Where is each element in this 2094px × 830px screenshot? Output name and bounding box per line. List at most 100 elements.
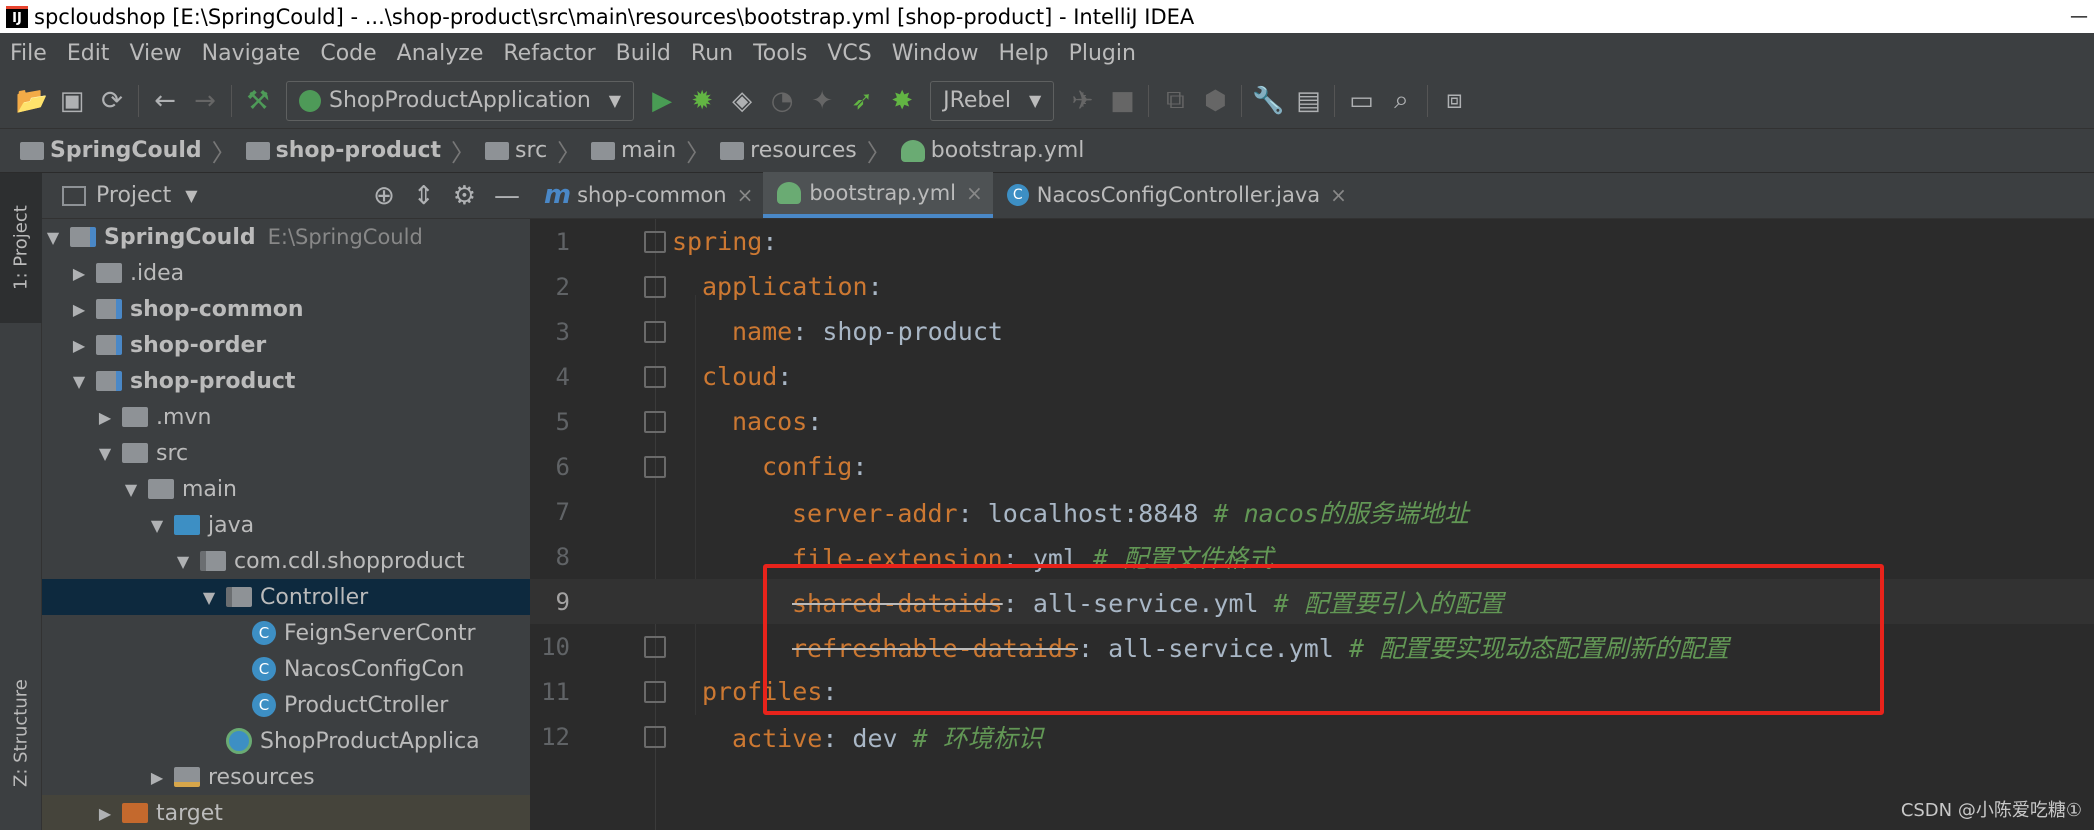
minimize-button[interactable]: —: [2064, 0, 2094, 33]
tab-shop-common[interactable]: m shop-common ×: [530, 172, 763, 218]
fold-icon[interactable]: [644, 455, 666, 478]
profile-icon[interactable]: ◔: [762, 81, 802, 121]
tree-item-shop-order[interactable]: ▶ shop-order: [42, 327, 530, 363]
menu-analyze[interactable]: Analyze: [397, 41, 484, 66]
menu-refactor[interactable]: Refactor: [503, 41, 595, 66]
menu-run[interactable]: Run: [691, 41, 733, 66]
collapse-arrow-icon[interactable]: ▶: [68, 336, 90, 355]
gear-icon[interactable]: ⚙: [453, 181, 476, 211]
save-icon[interactable]: ▣: [52, 81, 92, 121]
menu-help[interactable]: Help: [998, 41, 1048, 66]
project-structure-icon[interactable]: ▤: [1288, 81, 1328, 121]
jrebel-debug-icon[interactable]: ✸: [882, 81, 922, 121]
hide-icon[interactable]: —: [494, 181, 520, 211]
presentation-icon[interactable]: ⧈: [1434, 81, 1474, 121]
close-icon[interactable]: ×: [737, 183, 754, 207]
fold-icon[interactable]: [644, 410, 666, 433]
collapse-all-icon[interactable]: ⇕: [413, 181, 435, 211]
menu-plugin[interactable]: Plugin: [1069, 41, 1136, 66]
tree-item-idea[interactable]: ▶ .idea: [42, 255, 530, 291]
collapse-arrow-icon[interactable]: ▶: [146, 768, 168, 787]
jrebel-update-icon[interactable]: ✈: [1062, 81, 1102, 121]
tree-item-target[interactable]: ▶ target: [42, 795, 530, 830]
update-running-app-icon[interactable]: ⧉: [1155, 81, 1195, 121]
tree-item-shop-common[interactable]: ▶ shop-common: [42, 291, 530, 327]
expand-arrow-icon[interactable]: ▼: [94, 444, 116, 463]
menu-vcs[interactable]: VCS: [827, 41, 871, 66]
tree-item-nacos-controller[interactable]: C NacosConfigCon: [42, 651, 530, 687]
coverage-icon[interactable]: ◈: [722, 81, 762, 121]
menu-code[interactable]: Code: [320, 41, 376, 66]
tree-item-application[interactable]: ShopProductApplica: [42, 723, 530, 759]
jrebel-run-icon[interactable]: ➶: [842, 81, 882, 121]
search-icon[interactable]: ⌕: [1381, 81, 1421, 121]
tree-item-src[interactable]: ▼ src: [42, 435, 530, 471]
menu-build[interactable]: Build: [616, 41, 671, 66]
close-icon[interactable]: ×: [1330, 183, 1347, 207]
fold-end-icon[interactable]: [644, 320, 666, 343]
tree-item-package[interactable]: ▼ com.cdl.shopproduct: [42, 543, 530, 579]
tree-item-resources[interactable]: ▶ resources: [42, 759, 530, 795]
build-hammer-icon[interactable]: ⚒: [238, 81, 278, 121]
structure-tool-tab[interactable]: Z: Structure: [0, 653, 42, 813]
expand-arrow-icon[interactable]: ▼: [198, 588, 220, 607]
collapse-arrow-icon[interactable]: ▶: [94, 804, 116, 823]
expand-arrow-icon[interactable]: ▼: [68, 372, 90, 391]
menu-edit[interactable]: Edit: [67, 41, 110, 66]
jrebel-select[interactable]: JRebel ▼: [930, 80, 1055, 121]
sync-icon[interactable]: ⟳: [92, 81, 132, 121]
close-icon[interactable]: ×: [966, 181, 983, 205]
tree-item-mvn[interactable]: ▶ .mvn: [42, 399, 530, 435]
breadcrumb-item[interactable]: resources 〉: [720, 133, 891, 168]
collapse-arrow-icon[interactable]: ▶: [94, 408, 116, 427]
tree-item-controller[interactable]: ▼ Controller: [42, 579, 530, 615]
tree-item-root[interactable]: ▼ SpringCould E:\SpringCould: [42, 219, 530, 255]
expand-arrow-icon[interactable]: ▼: [172, 552, 194, 571]
tab-label: bootstrap.yml: [809, 181, 957, 205]
open-folder-icon[interactable]: 📂: [12, 81, 52, 121]
project-view-select[interactable]: Project ▼: [62, 183, 198, 208]
tree-item-main[interactable]: ▼ main: [42, 471, 530, 507]
menu-file[interactable]: File: [10, 41, 47, 66]
stop-icon[interactable]: ■: [1102, 81, 1142, 121]
terminal-icon[interactable]: ▭: [1341, 81, 1381, 121]
fold-end-icon[interactable]: [644, 725, 666, 748]
menu-tools[interactable]: Tools: [753, 41, 807, 66]
attach-debugger-icon[interactable]: ✦: [802, 81, 842, 121]
forward-arrow-icon[interactable]: →: [185, 81, 225, 121]
menu-navigate[interactable]: Navigate: [202, 41, 301, 66]
breadcrumb-item[interactable]: SpringCould 〉: [20, 133, 236, 168]
run-icon[interactable]: ▶: [642, 81, 682, 121]
code-area[interactable]: 1 spring: 2 application: 3 name: shop-pr…: [530, 219, 2094, 830]
fold-icon[interactable]: [644, 275, 666, 298]
expand-arrow-icon[interactable]: ▼: [146, 516, 168, 535]
expand-arrow-icon[interactable]: ▼: [120, 480, 142, 499]
breadcrumb-item[interactable]: bootstrap.yml: [900, 138, 1084, 163]
collapse-arrow-icon[interactable]: ▶: [68, 300, 90, 319]
locate-icon[interactable]: ⊕: [373, 181, 395, 211]
debug-icon[interactable]: ✹: [682, 81, 722, 121]
fold-icon[interactable]: [644, 365, 666, 388]
breadcrumb-item[interactable]: main 〉: [591, 133, 710, 168]
tree-item-java[interactable]: ▼ java: [42, 507, 530, 543]
collapse-arrow-icon[interactable]: ▶: [68, 264, 90, 283]
code-line: 3 name: shop-product: [555, 317, 1003, 346]
tab-bootstrap-yml[interactable]: bootstrap.yml ×: [763, 172, 993, 218]
tab-nacos-config-controller[interactable]: C NacosConfigController.java ×: [993, 172, 1357, 218]
settings-wrench-icon[interactable]: 🔧: [1248, 81, 1288, 121]
project-tool-tab[interactable]: 1: Project: [0, 173, 42, 323]
tree-item-shop-product[interactable]: ▼ shop-product: [42, 363, 530, 399]
fold-icon[interactable]: [644, 230, 666, 253]
menu-view[interactable]: View: [129, 41, 181, 66]
breadcrumb-item[interactable]: src 〉: [485, 133, 581, 168]
tree-item-feign-controller[interactable]: C FeignServerContr: [42, 615, 530, 651]
deploy-icon[interactable]: ⬢: [1195, 81, 1235, 121]
expand-arrow-icon[interactable]: ▼: [42, 228, 64, 247]
breadcrumb-item[interactable]: shop-product 〉: [245, 133, 475, 168]
back-arrow-icon[interactable]: ←: [145, 81, 185, 121]
fold-icon[interactable]: [644, 680, 666, 703]
tree-item-product-controller[interactable]: C ProductCtroller: [42, 687, 530, 723]
run-configuration-select[interactable]: ShopProductApplication ▼: [286, 80, 635, 121]
menu-window[interactable]: Window: [892, 41, 979, 66]
fold-end-icon[interactable]: [644, 635, 666, 658]
